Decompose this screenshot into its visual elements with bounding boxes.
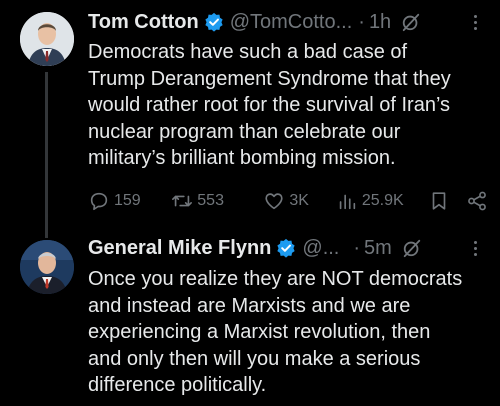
tweet-text: Democrats have such a bad case of Trump … [88, 41, 451, 169]
verified-badge-icon [205, 12, 223, 32]
like-count: 3K [289, 192, 309, 209]
grok-icon[interactable] [401, 12, 421, 32]
repost-icon [172, 195, 193, 207]
separator-dot: · [353, 236, 361, 259]
more-icon[interactable] [466, 237, 484, 259]
action-bar: 159 553 3K 25.9K [88, 188, 488, 214]
share-icon [468, 191, 486, 211]
verified-badge-icon [277, 238, 296, 258]
like-icon [265, 193, 283, 210]
like-button[interactable]: 3K [263, 190, 336, 212]
avatar[interactable] [20, 12, 74, 66]
share-button[interactable] [466, 190, 488, 212]
reply-icon [90, 192, 108, 211]
separator-dot: · [358, 10, 365, 33]
author-handle[interactable]: @... [302, 237, 339, 260]
tweet-flynn[interactable]: General Mike Flynn @... · 5m Once you re… [0, 232, 500, 406]
more-icon[interactable] [466, 11, 484, 33]
timestamp[interactable]: 5m [364, 237, 392, 260]
views-button[interactable]: 25.9K [336, 190, 426, 212]
bookmark-button[interactable] [428, 190, 450, 212]
author-name[interactable]: General Mike Flynn [88, 237, 271, 260]
reply-count: 159 [114, 192, 141, 209]
tweet-cotton[interactable]: Tom Cotton @TomCotto... · 1h Democrats h… [0, 0, 500, 238]
tweet-header: General Mike Flynn @... · 5m [88, 235, 484, 261]
thread-line [45, 72, 48, 238]
avatar[interactable] [20, 240, 74, 294]
tweet-text: Once you realize they are NOT democrats … [88, 268, 463, 396]
views-icon [339, 194, 356, 210]
tweet-header: Tom Cotton @TomCotto... · 1h [88, 9, 484, 35]
grok-icon[interactable] [402, 238, 422, 258]
reply-button[interactable]: 159 [88, 190, 171, 212]
bookmark-icon [432, 192, 446, 210]
repost-button[interactable]: 553 [171, 190, 263, 212]
repost-count: 553 [197, 192, 224, 209]
author-handle[interactable]: @TomCotto... [230, 11, 353, 34]
author-name[interactable]: Tom Cotton [88, 11, 199, 34]
views-count: 25.9K [361, 192, 404, 209]
timestamp[interactable]: 1h [369, 11, 391, 34]
